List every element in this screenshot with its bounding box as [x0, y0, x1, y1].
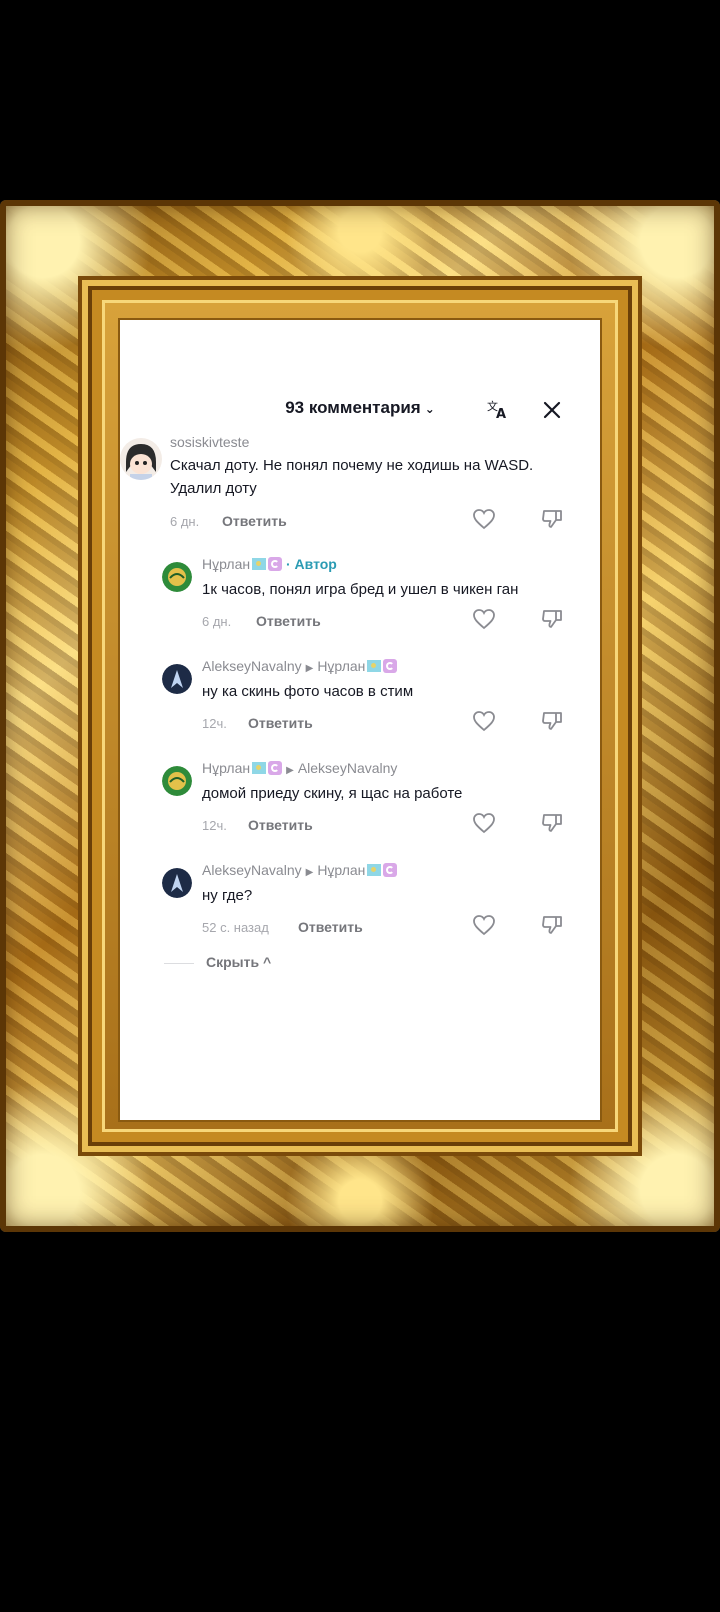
avatar[interactable]: [162, 868, 192, 898]
reply-to-username: Нұрлан: [317, 658, 366, 674]
reply-arrow-icon: ▶: [305, 867, 314, 878]
avatar[interactable]: [162, 766, 192, 796]
dislike-icon[interactable]: [540, 914, 564, 936]
dislike-icon[interactable]: [540, 710, 564, 732]
heart-icon[interactable]: [472, 508, 496, 530]
hide-replies-button[interactable]: Скрыть ^: [206, 954, 271, 970]
chevron-down-icon: ⌄: [424, 402, 435, 416]
reply-item: AlekseyNavalny ▶ Нұрлан ну где? 52 с. наза…: [120, 858, 600, 950]
comment-username[interactable]: AlekseyNavalny ▶ Нұрлан: [202, 658, 398, 674]
dislike-icon[interactable]: [540, 508, 564, 530]
comment-text: 1к часов, понял игра бред и ушел в чикен…: [202, 581, 519, 598]
comment-time: 12ч.: [202, 716, 227, 731]
heart-icon[interactable]: [472, 710, 496, 732]
comment-username[interactable]: Нұрлан · Автор: [202, 556, 337, 572]
divider: [164, 963, 194, 964]
kazakhstan-flag-icon: [367, 864, 382, 876]
comment-username[interactable]: sosiskivteste: [170, 434, 249, 450]
comment-text: Скачал доту. Не понял почему не ходишь н…: [170, 457, 534, 474]
reply-arrow-icon: ▶: [305, 663, 314, 674]
reply-item: AlekseyNavalny ▶ Нұрлан ну ка скинь фото ч…: [120, 654, 600, 746]
kazakhstan-flag-icon: [252, 762, 267, 774]
username-text: Нұрлан: [202, 760, 251, 776]
dislike-icon[interactable]: [540, 812, 564, 834]
avatar[interactable]: [162, 664, 192, 694]
comments-count-label: 93 комментария: [285, 398, 421, 417]
reply-button[interactable]: Ответить: [298, 919, 363, 935]
comment-time: 6 дн.: [202, 614, 232, 629]
crescent-icon: [268, 557, 283, 571]
comment-time: 12ч.: [202, 818, 227, 833]
comment-text: ну ка скинь фото часов в стим: [202, 683, 414, 700]
crescent-icon: [268, 761, 283, 775]
avatar[interactable]: [162, 562, 192, 592]
comment-text-line2: Удалил доту: [170, 480, 257, 497]
username-text: AlekseyNavalny: [202, 658, 302, 674]
svg-text:A: A: [496, 407, 506, 422]
reply-item: Нұрлан · Автор 1к часов, понял игра бред…: [120, 552, 600, 644]
reply-item: Нұрлан ▶ AlekseyNavalny домой приеду скину…: [120, 756, 600, 848]
heart-icon[interactable]: [472, 812, 496, 834]
reply-arrow-icon: ▶: [286, 765, 294, 776]
author-badge: · Автор: [286, 556, 337, 572]
reply-to-username: Нұрлан: [317, 862, 366, 878]
screen: 93 комментария ⌄ 文 A sosiskivteste Скача…: [0, 0, 720, 1612]
dislike-icon[interactable]: [540, 608, 564, 630]
avatar[interactable]: [120, 438, 162, 480]
reply-button[interactable]: Ответить: [222, 513, 287, 529]
comment-username[interactable]: Нұрлан ▶ AlekseyNavalny: [202, 760, 397, 776]
close-icon[interactable]: [538, 396, 566, 424]
translate-icon[interactable]: 文 A: [484, 396, 512, 424]
reply-button[interactable]: Ответить: [256, 613, 321, 629]
comment-text: ну где?: [202, 887, 253, 904]
crescent-icon: [383, 659, 398, 673]
crescent-icon: [383, 863, 398, 877]
reply-button[interactable]: Ответить: [248, 817, 313, 833]
comment-item: sosiskivteste Скачал доту. Не понял поче…: [120, 432, 600, 540]
username-text: Нұрлан: [202, 556, 251, 572]
comments-panel: 93 комментария ⌄ 文 A sosiskivteste Скача…: [120, 320, 600, 1120]
kazakhstan-flag-icon: [252, 558, 267, 570]
comments-count-title[interactable]: 93 комментария ⌄: [120, 398, 600, 418]
heart-icon[interactable]: [472, 914, 496, 936]
reply-to-username: AlekseyNavalny: [297, 760, 398, 776]
comment-username[interactable]: AlekseyNavalny ▶ Нұрлан: [202, 862, 398, 878]
comments-header: 93 комментария ⌄ 文 A: [120, 388, 600, 432]
comment-text: домой приеду скину, я щас на работе: [202, 785, 463, 802]
comment-time: 52 с. назад: [202, 920, 269, 935]
reply-button[interactable]: Ответить: [248, 715, 313, 731]
comment-time: 6 дн.: [170, 514, 200, 529]
heart-icon[interactable]: [472, 608, 496, 630]
username-text: AlekseyNavalny: [202, 862, 302, 878]
kazakhstan-flag-icon: [367, 660, 382, 672]
